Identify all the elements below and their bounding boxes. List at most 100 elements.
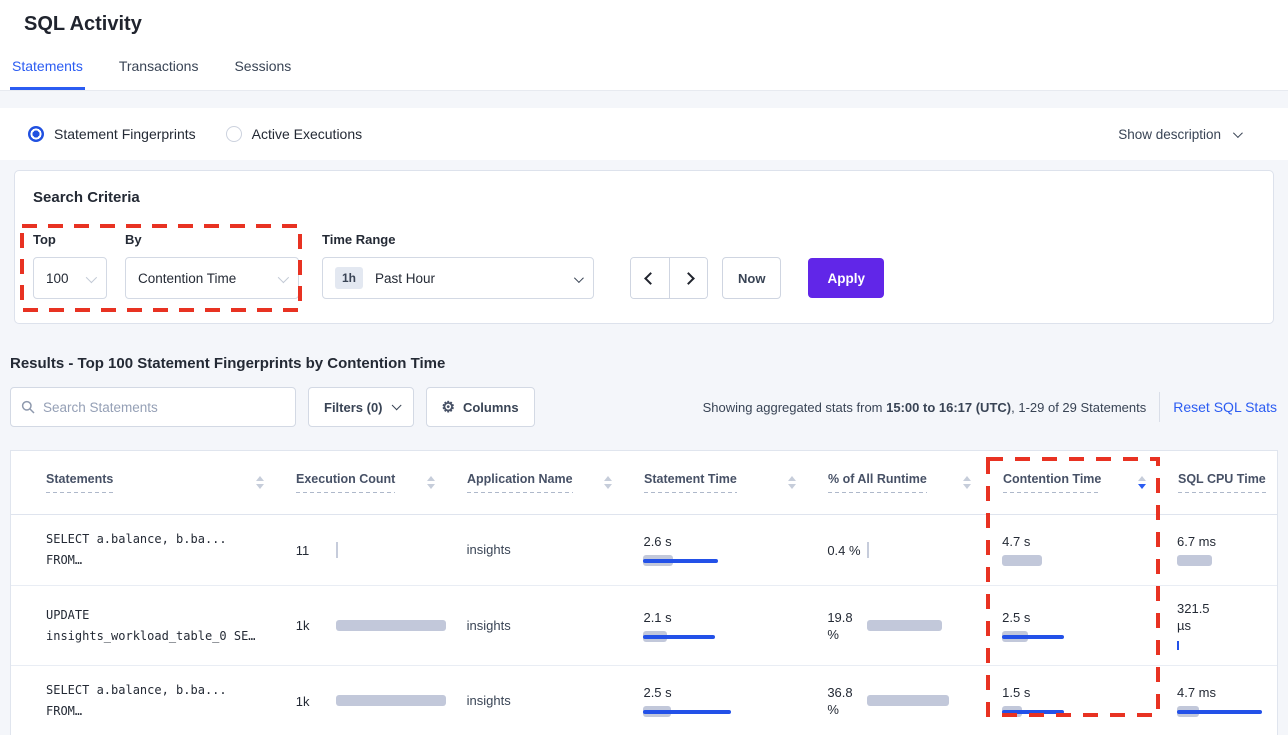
statement-fingerprint[interactable]: UPDATE insights_workload_table_0 SE… <box>46 605 296 647</box>
view-toggle-bar: Statement Fingerprints Active Executions… <box>0 108 1288 160</box>
sort-carets[interactable] <box>604 476 612 489</box>
tab-statements[interactable]: Statements <box>10 58 85 90</box>
top-field: Top 100 <box>33 232 107 299</box>
statement-time-bar <box>643 706 761 718</box>
radio-label: Statement Fingerprints <box>54 126 196 142</box>
columns-label: Columns <box>463 400 519 415</box>
runtime-pct-bar <box>867 620 985 632</box>
runtime-pct-bar <box>867 544 985 556</box>
contention-time-bar <box>1002 555 1120 567</box>
statement-time-cell: 2.6 s <box>643 533 827 567</box>
statement-time-bar <box>643 555 761 567</box>
execution-count-bar <box>336 544 454 556</box>
columns-button[interactable]: ⚙ Columns <box>426 387 535 427</box>
sort-carets[interactable] <box>427 476 435 489</box>
sql-cpu-time-bar <box>1177 555 1277 567</box>
execution-count-bar <box>336 695 454 707</box>
time-range-value: Past Hour <box>375 271 435 286</box>
results-toolbar: Filters (0) ⚙ Columns Showing aggregated… <box>10 387 1278 427</box>
by-value: Contention Time <box>138 271 236 286</box>
by-select[interactable]: Contention Time <box>125 257 299 299</box>
search-criteria-heading: Search Criteria <box>31 189 1257 206</box>
table-row[interactable]: SELECT a.balance, b.ba... FROM… 1k insig… <box>11 666 1277 735</box>
search-icon <box>21 400 35 414</box>
col-header-application-name[interactable]: Application Name <box>467 472 573 493</box>
sql-cpu-time-cell: 4.7 ms <box>1177 684 1277 718</box>
filters-button[interactable]: Filters (0) <box>308 387 414 427</box>
radio-statement-fingerprints[interactable]: Statement Fingerprints <box>28 126 196 142</box>
statement-time-cell: 2.1 s <box>643 609 827 643</box>
statement-fingerprint[interactable]: SELECT a.balance, b.ba... FROM… <box>46 529 296 571</box>
top-select[interactable]: 100 <box>33 257 107 299</box>
statements-table: Statements Execution Count Application N… <box>10 450 1278 735</box>
table-row[interactable]: SELECT a.balance, b.ba... FROM… 11 insig… <box>11 515 1277 586</box>
chevron-down-icon <box>278 271 289 282</box>
contention-time-cell: 2.5 s <box>1002 609 1177 643</box>
statement-time-cell: 2.5 s <box>643 684 827 718</box>
time-range-badge: 1h <box>335 267 363 289</box>
sql-cpu-time-bar <box>1177 639 1277 651</box>
time-range-field: Time Range 1h Past Hour <box>317 232 594 299</box>
col-header-statement-time[interactable]: Statement Time <box>644 472 737 493</box>
chevron-down-icon <box>86 271 97 282</box>
contention-time-cell: 4.7 s <box>1002 533 1177 567</box>
radio-selected-icon <box>28 126 44 142</box>
statement-time-bar <box>643 631 761 643</box>
filters-label: Filters (0) <box>324 400 383 415</box>
sort-carets[interactable] <box>788 476 796 489</box>
stats-summary: Showing aggregated stats from 15:00 to 1… <box>703 400 1147 415</box>
tab-transactions[interactable]: Transactions <box>117 58 201 90</box>
col-header-execution-count[interactable]: Execution Count <box>296 472 395 493</box>
time-next-button[interactable] <box>669 258 707 298</box>
execution-count-cell: 11 <box>296 542 467 559</box>
tab-sessions[interactable]: Sessions <box>232 58 293 90</box>
time-range-select[interactable]: 1h Past Hour <box>322 257 594 299</box>
show-description-label: Show description <box>1118 127 1221 142</box>
page-header: SQL Activity Statements Transactions Ses… <box>0 0 1288 91</box>
application-name: insights <box>467 542 511 557</box>
sql-cpu-time-cell: 6.7 ms <box>1177 533 1277 567</box>
apply-button[interactable]: Apply <box>808 258 884 298</box>
search-statements-box <box>10 387 296 427</box>
sort-carets[interactable] <box>1138 476 1146 489</box>
show-description-toggle[interactable]: Show description <box>1118 127 1240 142</box>
tab-bar: Statements Transactions Sessions <box>0 36 1288 91</box>
sort-carets[interactable] <box>256 476 264 489</box>
search-statements-input[interactable] <box>43 400 285 415</box>
col-header-sql-cpu-time[interactable]: SQL CPU Time <box>1178 472 1266 493</box>
time-nav-group <box>630 257 708 299</box>
top-label: Top <box>33 232 107 247</box>
radio-active-executions[interactable]: Active Executions <box>226 126 363 142</box>
chevron-down-icon <box>574 273 584 283</box>
runtime-pct-cell: 36.8 % <box>827 684 1002 718</box>
col-header-statements[interactable]: Statements <box>46 472 113 493</box>
time-prev-button[interactable] <box>631 258 669 298</box>
sort-carets[interactable] <box>963 476 971 489</box>
execution-count-bar <box>336 620 454 632</box>
sql-cpu-time-bar <box>1177 706 1277 718</box>
table-header-row: Statements Execution Count Application N… <box>11 451 1277 515</box>
radio-unselected-icon <box>226 126 242 142</box>
contention-time-bar <box>1002 631 1120 643</box>
table-row[interactable]: UPDATE insights_workload_table_0 SE… 1k … <box>11 586 1277 666</box>
search-criteria-card: Search Criteria Top 100 By Contention Ti… <box>14 170 1274 324</box>
by-field: By Contention Time <box>125 232 299 299</box>
runtime-pct-cell: 19.8 % <box>827 609 1002 643</box>
chevron-down-icon <box>1233 128 1243 138</box>
table-body: SELECT a.balance, b.ba... FROM… 11 insig… <box>11 515 1277 735</box>
top-value: 100 <box>46 271 69 286</box>
results-heading: Results - Top 100 Statement Fingerprints… <box>10 355 1288 372</box>
reset-sql-stats-link[interactable]: Reset SQL Stats <box>1173 399 1277 415</box>
application-name: insights <box>467 693 511 708</box>
page-title: SQL Activity <box>0 0 1288 36</box>
statement-fingerprint[interactable]: SELECT a.balance, b.ba... FROM… <box>46 680 296 722</box>
sql-cpu-time-cell: 321.5 µs <box>1177 600 1277 651</box>
divider <box>1159 392 1160 422</box>
gear-icon: ⚙ <box>442 400 455 415</box>
col-header-contention-time[interactable]: Contention Time <box>1003 472 1101 493</box>
now-button[interactable]: Now <box>722 257 781 299</box>
chevron-right-icon <box>682 272 695 285</box>
contention-time-bar <box>1002 706 1120 718</box>
runtime-pct-cell: 0.4 % <box>827 542 1002 559</box>
col-header-runtime-pct[interactable]: % of All Runtime <box>828 472 927 493</box>
